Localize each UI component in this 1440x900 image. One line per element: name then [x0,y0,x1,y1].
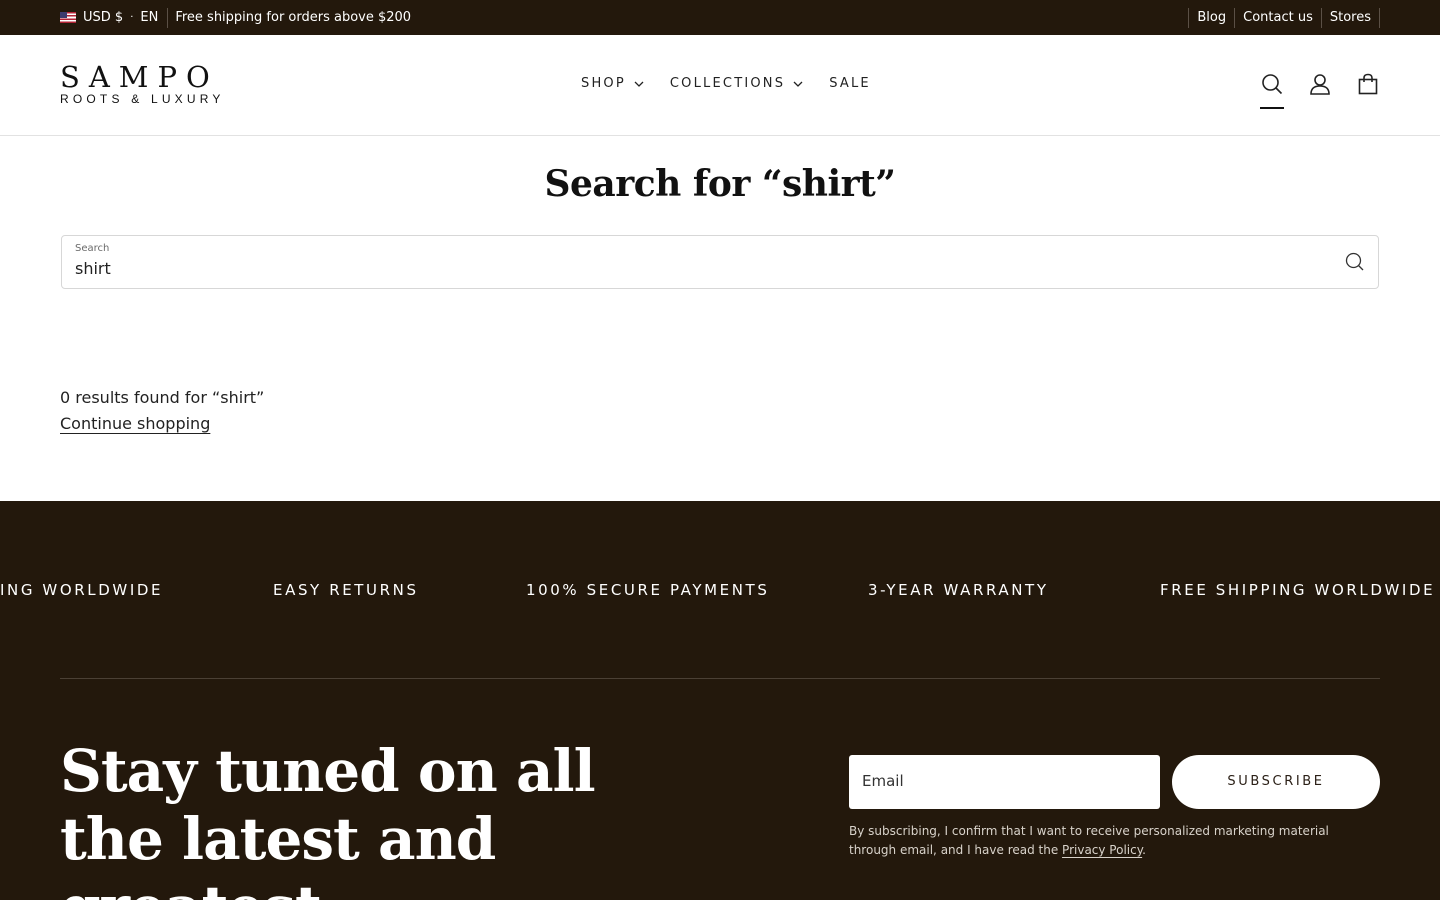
search-input[interactable] [75,256,1275,280]
us-flag-icon [60,12,76,23]
logo[interactable]: SAMPO ROOTS & LUXURY [60,62,225,106]
blog-link[interactable]: Blog [1188,7,1234,28]
contact-link[interactable]: Contact us [1234,7,1321,28]
chevron-down-icon [634,81,644,87]
page-title: Search for “shirt” [544,163,896,205]
marquee-item: ING WORLDWIDE [0,581,164,599]
results-count: 0 results found for “shirt” [60,388,265,407]
stores-link[interactable]: Stores [1320,7,1380,28]
dot-separator: · [130,12,134,23]
header-icons [1236,72,1380,109]
marquee-item: 3-YEAR WARRANTY [868,581,1049,599]
brand-name: SAMPO [60,60,219,94]
email-placeholder: Email [862,772,904,790]
nav-sale[interactable]: SALE [829,76,871,91]
benefits-marquee: ING WORLDWIDE EASY RETURNS 100% SECURE P… [0,581,1440,601]
chevron-down-icon [793,81,803,87]
currency-label[interactable]: USD $ [83,10,123,25]
nav-shop[interactable]: SHOP [581,76,644,91]
marquee-item: FREE SHIPPING WORLDWIDE [1160,581,1436,599]
nav-sale-label: SALE [829,76,871,91]
search-field[interactable]: Search [61,235,1379,289]
subscribe-button[interactable]: SUBSCRIBE [1172,755,1380,809]
search-icon [1345,252,1364,271]
search-submit-button[interactable] [1344,251,1366,273]
nav-shop-label: SHOP [581,76,626,91]
search-icon [1262,74,1283,95]
nav-collections-label: COLLECTIONS [669,76,786,91]
continue-shopping-link[interactable]: Continue shopping [60,414,210,433]
footer: ING WORLDWIDE EASY RETURNS 100% SECURE P… [0,501,1440,900]
main-nav: SHOP COLLECTIONS SALE [581,76,871,91]
account-icon [1310,74,1330,95]
search-button[interactable] [1260,72,1284,109]
brand-tagline: ROOTS & LUXURY [60,92,225,106]
footer-divider [60,678,1380,679]
shipping-message: Free shipping for orders above $200 [175,10,412,25]
marquee-item: EASY RETURNS [273,581,419,599]
legal-end: . [1142,843,1146,857]
email-field[interactable]: Email [849,755,1160,809]
nav-collections[interactable]: COLLECTIONS [670,76,803,91]
marquee-item: 100% SECURE PAYMENTS [526,581,770,599]
divider [167,7,169,28]
utility-links: Blog Contact us Stores [1188,0,1380,35]
announcement-bar: USD $ · EN Free shipping for orders abov… [0,0,1440,35]
search-field-label: Search [75,243,110,254]
newsletter-heading: Stay tuned on all the latest and greates… [60,737,596,900]
account-button[interactable] [1308,72,1332,96]
newsletter-legal: By subscribing, I confirm that I want to… [849,822,1369,860]
cart-icon [1358,73,1378,95]
locale-selector[interactable]: USD $ · EN Free shipping for orders abov… [60,0,411,35]
language-label[interactable]: EN [140,10,158,25]
privacy-policy-link[interactable]: Privacy Policy [1062,843,1142,857]
cart-button[interactable] [1356,72,1380,96]
site-header: SAMPO ROOTS & LUXURY SHOP COLLECTIONS SA… [0,35,1440,136]
